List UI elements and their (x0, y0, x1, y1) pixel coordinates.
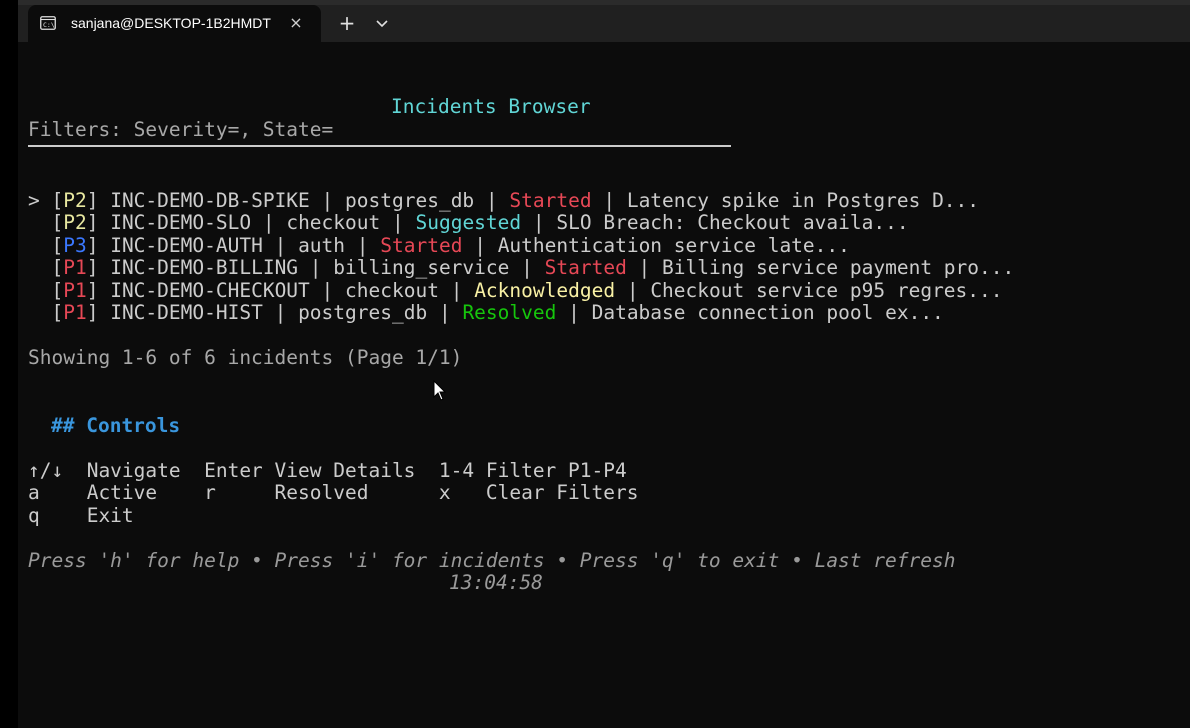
page-title: Incidents Browser (391, 95, 591, 118)
incident-service: postgres_db (345, 188, 475, 212)
incident-state: Started (380, 233, 463, 257)
row-prefix: [ (28, 211, 64, 234)
incident-id: INC-DEMO-SLO (110, 211, 252, 234)
separator: | (345, 233, 381, 257)
separator: | (591, 188, 627, 212)
mouse-cursor-icon (433, 380, 447, 401)
incident-summary: Authentication service late... (497, 233, 850, 257)
incident-summary: SLO Breach: Checkout availa... (556, 211, 909, 234)
chevron-down-icon[interactable] (375, 18, 389, 28)
tab-bar: C:\ sanjana@DESKTOP-1B2HMDT × + (18, 5, 1190, 43)
plus-icon[interactable]: + (336, 13, 358, 35)
priority-badge: P2 (63, 188, 87, 212)
incident-row[interactable]: [P1] INC-DEMO-BILLING | billing_service … (28, 256, 1178, 280)
incident-row[interactable]: [P2] INC-DEMO-SLO | checkout | Suggested… (28, 211, 1178, 235)
separator: | (309, 278, 346, 302)
incident-service: auth (298, 233, 346, 257)
incident-service: checkout (345, 278, 439, 302)
incident-service: billing_service (333, 256, 510, 279)
incident-row[interactable]: [P1] INC-DEMO-HIST | postgres_db | Resol… (28, 301, 1178, 325)
separator: | (427, 301, 463, 324)
last-refresh-time: 13:04:58 (28, 571, 1178, 595)
window-left-edge (0, 0, 18, 728)
separator: | (251, 211, 287, 234)
incident-list[interactable]: > [P2] INC-DEMO-DB-SPIKE | postgres_db |… (28, 188, 1178, 325)
row-bracket: ] (86, 211, 111, 234)
row-prefix: [ (28, 233, 64, 257)
incident-row[interactable]: > [P2] INC-DEMO-DB-SPIKE | postgres_db |… (28, 188, 1178, 213)
incident-id: INC-DEMO-AUTH (110, 233, 263, 257)
incident-summary: Latency spike in Postgres D... (626, 188, 980, 212)
incident-state: Acknowledged (474, 278, 616, 302)
priority-badge: P2 (63, 211, 87, 234)
priority-badge: P1 (63, 301, 87, 324)
filters-line: Filters: Severity=, State= (28, 117, 334, 141)
incident-id: INC-DEMO-DB-SPIKE (110, 188, 310, 212)
separator: | (474, 188, 510, 212)
incident-service: checkout (286, 211, 381, 234)
priority-badge: P1 (63, 278, 87, 302)
controls-heading: ## Controls (51, 413, 181, 437)
row-bracket: ] (86, 301, 111, 324)
tab-terminal[interactable]: C:\ sanjana@DESKTOP-1B2HMDT × (28, 5, 321, 43)
row-bracket: ] (86, 188, 111, 212)
priority-badge: P1 (63, 256, 87, 279)
svg-text:C:\: C:\ (43, 21, 55, 29)
controls-row: ↑/↓ Navigate Enter View Details 1-4 Filt… (28, 458, 627, 482)
controls-heading-line: ## Controls (28, 413, 1178, 438)
title-line: Incidents Browser (28, 95, 1178, 119)
incident-service: postgres_db (298, 301, 428, 324)
separator: | (309, 188, 346, 212)
row-prefix: [ (28, 278, 64, 302)
row-prefix: [ (28, 256, 64, 279)
row-bracket: ] (86, 256, 111, 279)
separator: | (556, 301, 592, 324)
row-bracket: ] (86, 233, 111, 257)
incident-id: INC-DEMO-BILLING (110, 256, 299, 279)
separator: | (626, 256, 663, 279)
incident-row[interactable]: [P3] INC-DEMO-AUTH | auth | Started | Au… (28, 233, 1178, 258)
row-prefix: [ (28, 301, 64, 324)
refresh-time: 13:04:58 (449, 571, 543, 594)
incident-summary: Checkout service p95 regres... (650, 278, 1003, 302)
separator: | (438, 278, 475, 302)
incident-state: Started (509, 188, 592, 212)
separator: | (262, 233, 299, 257)
separator: | (615, 278, 651, 302)
incident-state: Suggested (415, 211, 522, 234)
priority-badge: P3 (63, 233, 87, 257)
separator: | (509, 256, 545, 279)
pagination-status: Showing 1-6 of 6 incidents (Page 1/1) (28, 346, 463, 369)
incident-summary: Billing service payment pro... (662, 256, 1015, 279)
row-prefix: > [ (28, 188, 64, 212)
controls-row: q Exit (28, 503, 134, 527)
terminal-icon: C:\ (40, 16, 56, 30)
help-line: Press 'h' for help • Press 'i' for incid… (28, 548, 956, 572)
separator: | (298, 256, 334, 279)
terminal-output: Incidents Browser Filters: Severity=, St… (28, 95, 1178, 595)
incident-row[interactable]: [P1] INC-DEMO-CHECKOUT | checkout | Ackn… (28, 278, 1178, 303)
controls-row: a Active r Resolved x Clear Filters (28, 481, 639, 504)
incident-id: INC-DEMO-CHECKOUT (110, 278, 310, 302)
separator: | (262, 301, 299, 324)
separator: | (521, 211, 557, 234)
incident-id: INC-DEMO-HIST (110, 301, 263, 324)
incident-state: Resolved (462, 301, 557, 324)
separator: | (462, 233, 498, 257)
separator: | (380, 211, 416, 234)
tab-title: sanjana@DESKTOP-1B2HMDT (71, 15, 271, 31)
close-icon[interactable]: × (288, 15, 304, 31)
row-bracket: ] (86, 278, 111, 302)
incident-state: Started (544, 256, 627, 279)
incident-summary: Database connection pool ex... (591, 301, 944, 324)
